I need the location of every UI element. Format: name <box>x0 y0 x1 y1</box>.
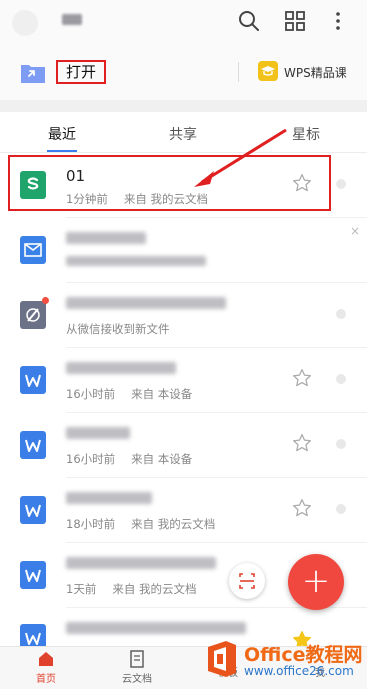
word-doc-icon <box>20 496 46 524</box>
more-dot-icon[interactable] <box>336 439 346 449</box>
star-icon[interactable] <box>292 433 312 453</box>
blurred-username <box>62 14 82 25</box>
file-source: 来自 本设备 <box>131 452 193 466</box>
avatar[interactable] <box>12 10 38 36</box>
mail-icon <box>20 236 46 264</box>
word-doc-icon <box>20 431 46 459</box>
star-icon[interactable] <box>292 368 312 388</box>
blurred-title <box>66 492 152 504</box>
file-row[interactable]: 从微信接收到新文件 <box>0 283 367 348</box>
watermark-url: www.office26.com <box>244 664 354 678</box>
file-row[interactable]: × <box>0 218 367 283</box>
wps-course-label[interactable]: WPS精品课 <box>284 64 347 81</box>
more-icon[interactable] <box>326 9 350 33</box>
file-meta: 16小时前 来自 本设备 <box>66 451 208 467</box>
file-row[interactable]: 16小时前 来自 本设备 <box>0 413 367 478</box>
blurred-title <box>66 427 130 439</box>
more-dot-icon[interactable] <box>336 374 346 384</box>
create-new-button[interactable]: + <box>288 554 344 610</box>
watermark-brand: Office教程网 <box>244 644 363 666</box>
word-doc-icon <box>20 366 46 394</box>
file-time: 16小时前 <box>66 452 116 466</box>
file-time: 16小时前 <box>66 387 116 401</box>
top-bar <box>0 0 367 46</box>
nav-label: 首页 <box>36 674 56 685</box>
more-dot-icon[interactable] <box>336 309 346 319</box>
file-time: 1天前 <box>66 582 97 596</box>
open-folder-icon[interactable] <box>20 62 46 84</box>
annotation-arrow <box>194 128 287 187</box>
file-meta: 1天前 来自 我的云文档 <box>66 581 212 597</box>
blurred-title <box>66 362 176 374</box>
file-source: 来自 我的云文档 <box>112 582 197 596</box>
scan-button[interactable] <box>229 563 265 599</box>
star-icon[interactable] <box>292 498 312 518</box>
file-meta: 16小时前 来自 本设备 <box>66 386 208 402</box>
tab-recent[interactable]: 最近 <box>22 124 102 144</box>
file-time: 18小时前 <box>66 517 116 531</box>
wechat-file-icon <box>20 301 46 329</box>
close-icon[interactable]: × <box>350 224 360 238</box>
office-logo <box>204 639 240 679</box>
file-source: 从微信接收到新文件 <box>66 322 170 336</box>
unread-badge <box>42 297 49 304</box>
file-row[interactable]: 18小时前 来自 我的云文档 <box>0 478 367 543</box>
blurred-meta <box>66 256 206 266</box>
home-icon <box>37 650 55 668</box>
section-gap <box>0 100 367 112</box>
open-button[interactable]: 打开 <box>56 60 106 84</box>
file-source: 来自 本设备 <box>131 387 193 401</box>
file-meta: 从微信接收到新文件 <box>66 321 186 337</box>
nav-label: 云文档 <box>122 674 152 685</box>
blurred-title <box>66 297 226 309</box>
blurred-title <box>66 232 146 244</box>
blurred-title <box>66 557 216 569</box>
file-row[interactable]: 16小时前 来自 本设备 <box>0 348 367 413</box>
grid-icon[interactable] <box>283 9 307 33</box>
more-dot-icon[interactable] <box>336 504 346 514</box>
divider <box>238 62 239 82</box>
file-meta: 18小时前 来自 我的云文档 <box>66 516 231 532</box>
more-dot-icon[interactable] <box>336 179 346 189</box>
blurred-title <box>66 622 246 634</box>
word-doc-icon <box>20 561 46 589</box>
nav-home[interactable]: 首页 <box>16 650 76 685</box>
document-icon <box>128 650 146 668</box>
search-icon[interactable] <box>237 9 261 33</box>
file-source: 来自 我的云文档 <box>131 517 216 531</box>
nav-cloud-docs[interactable]: 云文档 <box>107 650 167 685</box>
graduation-cap-icon[interactable] <box>258 61 278 81</box>
